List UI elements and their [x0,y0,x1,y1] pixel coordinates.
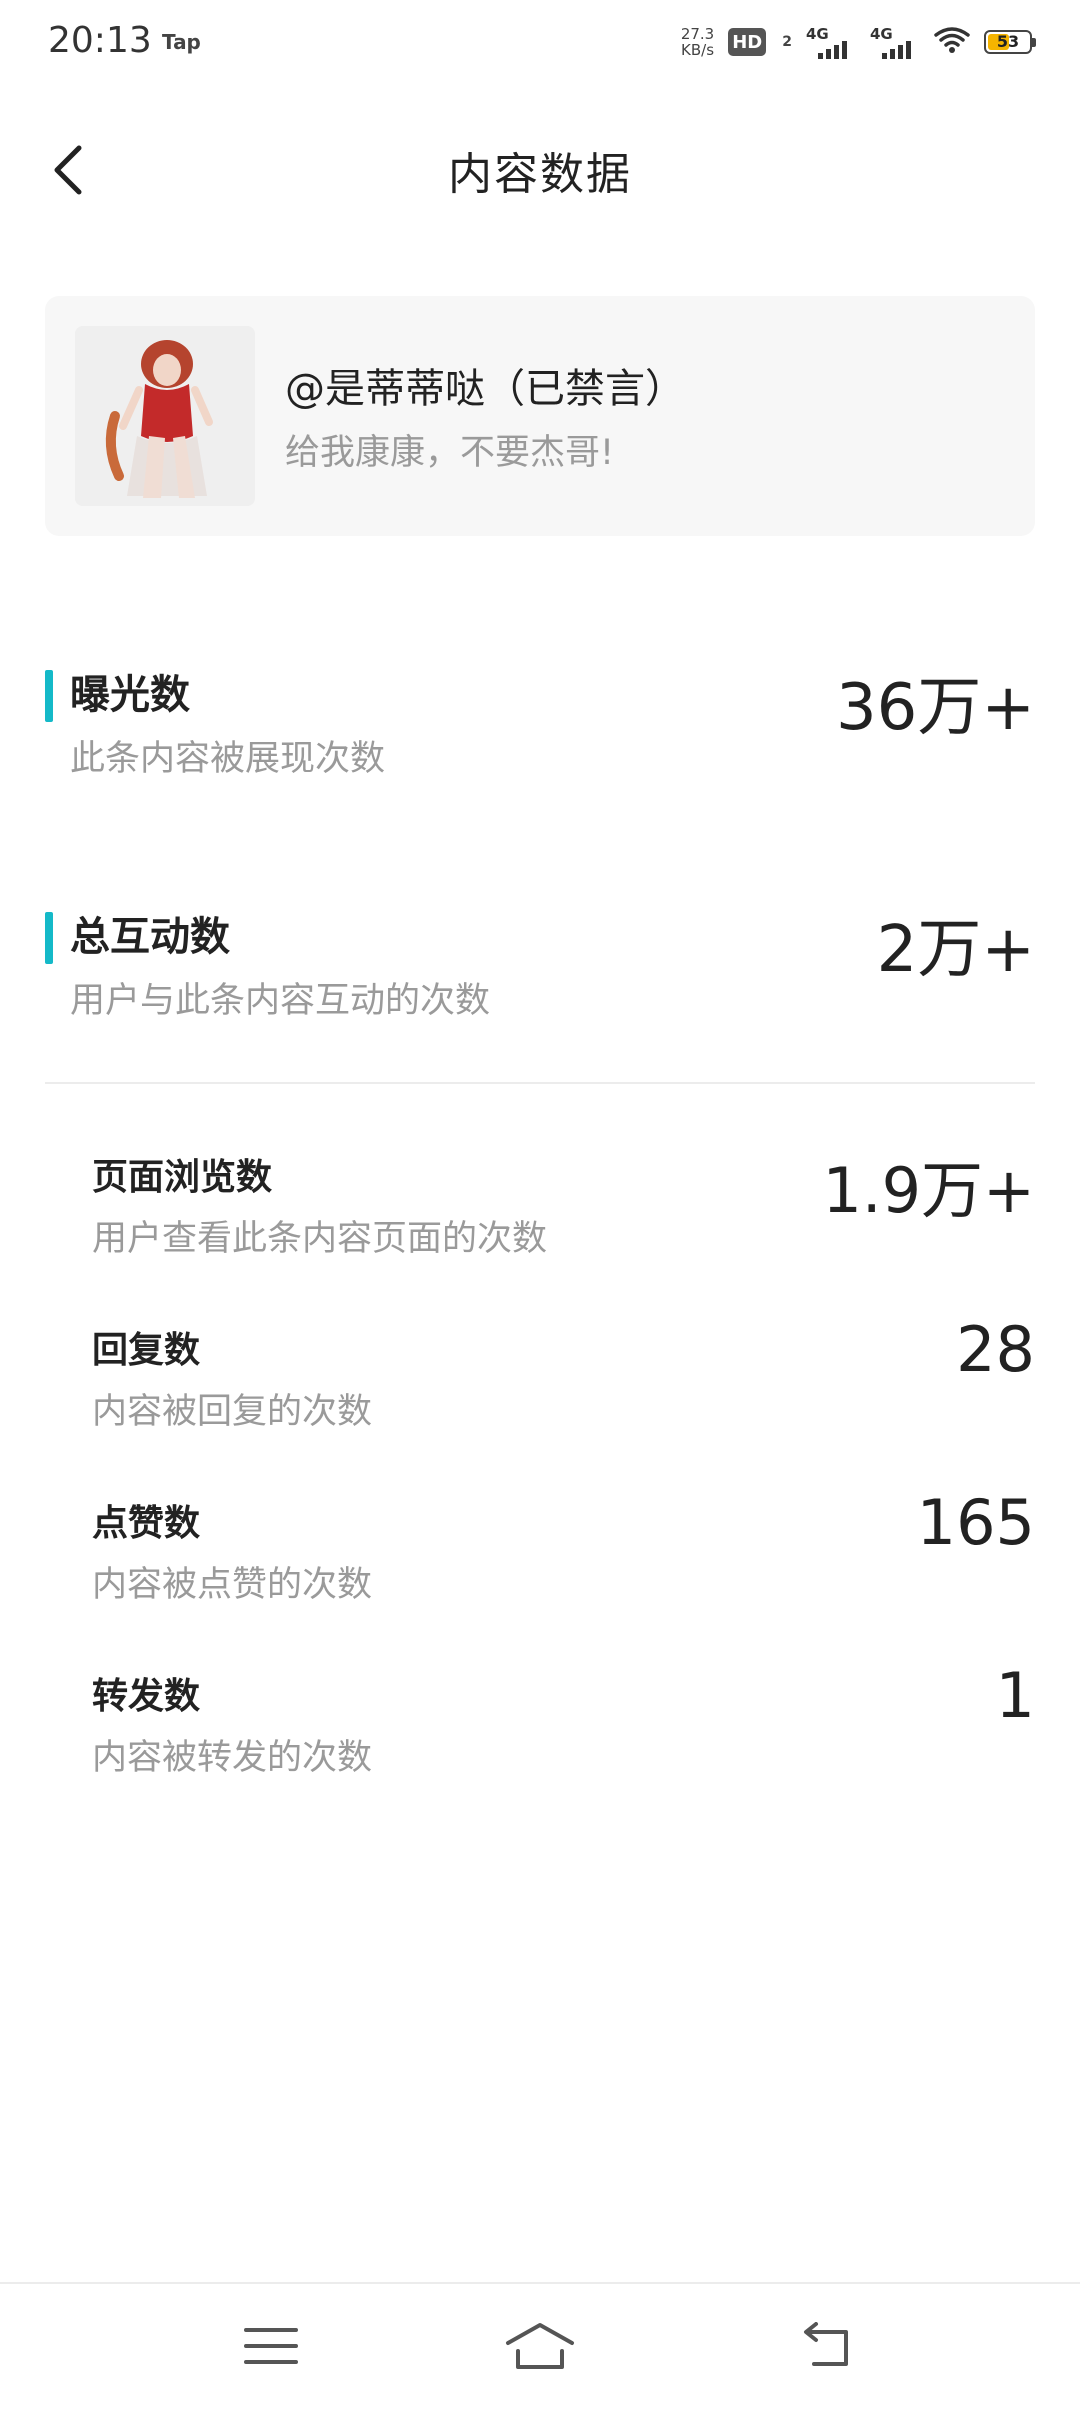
sub-metric-page-views: 页面浏览数 用户查看此条内容页面的次数 1.9万+ [92,1148,1035,1268]
network-speed-value: 27.3 [680,25,715,43]
system-nav-bar [0,2282,1080,2410]
sub-metric-label: 回复数 [92,1330,201,1371]
metric-exposure: 曝光数 此条内容被展现次数 36万+ [45,662,1035,782]
battery-level: 53 [996,32,1020,51]
section-divider [45,1082,1035,1084]
metric-value: 36万+ [835,671,1035,745]
sub-metric-likes: 点赞数 内容被点赞的次数 165 [92,1486,1035,1614]
sub-metric-description: 内容被转发的次数 [92,1738,373,1778]
sub-metric-value: 165 [916,1486,1035,1559]
hd-icon: HD [728,28,767,56]
nav-back-button[interactable] [778,2304,868,2388]
metric-label: 总互动数 [70,914,230,960]
post-thumbnail [75,326,255,506]
sub-metric-value: 1.9万+ [822,1154,1035,1227]
signal-icon-sim1: 4G [806,25,856,59]
post-card[interactable]: @是蒂蒂哒（已禁言） 给我康康，不要杰哥! [45,296,1035,536]
metric-accent-bar [45,670,53,722]
sub-metric-value: 28 [956,1313,1035,1386]
post-description: 给我康康，不要杰哥! [285,433,615,473]
nav-menu-button[interactable] [226,2304,316,2388]
post-author: @是蒂蒂哒（已禁言） [285,366,685,412]
nav-home-button[interactable] [495,2304,585,2388]
status-bar: 20:13 Tap 27.3 KB/s HD 2 4G 4G 53 [0,0,1080,84]
sub-metric-description: 用户查看此条内容页面的次数 [92,1219,548,1259]
metric-value: 2万+ [876,913,1035,987]
sub-metric-value: 1 [995,1659,1035,1732]
sub-metric-description: 内容被点赞的次数 [92,1565,373,1605]
status-time: 20:13 [48,20,152,61]
status-app-indicator: Tap [162,30,201,54]
wifi-icon [934,26,970,58]
home-icon [506,2323,574,2369]
menu-icon [244,2328,298,2364]
hd-label: HD [732,31,763,53]
metric-description: 此条内容被展现次数 [70,739,386,779]
metric-total-interactions: 总互动数 用户与此条内容互动的次数 2万+ [45,904,1035,1024]
page-title: 内容数据 [448,149,632,200]
return-icon [804,2322,848,2366]
battery-icon: 53 [984,30,1036,54]
metric-description: 用户与此条内容互动的次数 [70,981,491,1021]
sub-metric-label: 点赞数 [92,1503,201,1544]
network-speed: 27.3 KB/s [681,26,714,58]
status-icons: 27.3 KB/s HD 2 4G 4G 53 [681,22,1036,62]
sub-metric-description: 内容被回复的次数 [92,1392,373,1432]
sub-metric-shares: 转发数 内容被转发的次数 1 [92,1659,1035,1787]
metric-accent-bar [45,912,53,964]
network-speed-unit: KB/s [681,41,715,59]
sub-metric-label: 转发数 [92,1676,201,1717]
sub-metric-label: 页面浏览数 [92,1157,273,1198]
sub-metric-replies: 回复数 内容被回复的次数 28 [92,1313,1035,1441]
hd-sub-label: 2 [782,34,792,50]
metric-label: 曝光数 [70,672,190,718]
signal-icon-sim2: 4G [870,25,920,59]
